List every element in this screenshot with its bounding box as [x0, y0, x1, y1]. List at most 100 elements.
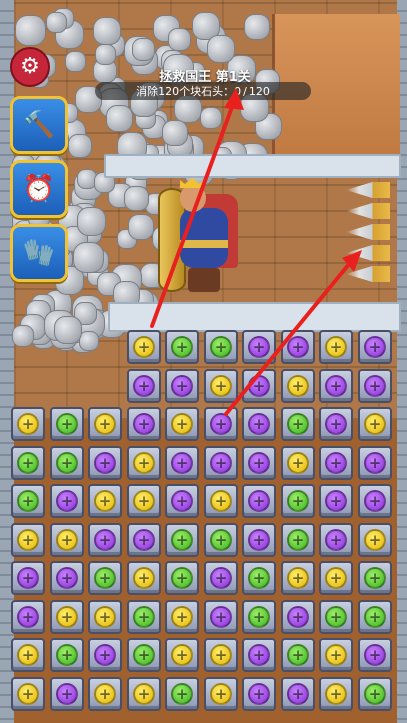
bolt-tile[interactable]: + — [358, 484, 392, 518]
bolt-tile[interactable]: + — [242, 407, 276, 441]
bolt-tile[interactable]: + — [11, 484, 45, 518]
bolt-tile[interactable]: + — [242, 446, 276, 480]
bolt-tile[interactable]: + — [50, 523, 84, 557]
bolt-tile[interactable]: + — [88, 561, 122, 595]
bolt-tile[interactable]: + — [319, 330, 353, 364]
purple-bolt-icon: + — [210, 567, 232, 589]
bolt-tile[interactable]: + — [319, 561, 353, 595]
bolt-tile[interactable]: + — [281, 523, 315, 557]
bolt-tile[interactable]: + — [281, 446, 315, 480]
bolt-tile[interactable]: + — [50, 600, 84, 634]
bolt-tile[interactable]: + — [242, 484, 276, 518]
bolt-tile[interactable]: + — [242, 561, 276, 595]
bolt-tile[interactable]: + — [358, 561, 392, 595]
bolt-tile[interactable]: + — [242, 523, 276, 557]
bolt-tile[interactable]: + — [165, 407, 199, 441]
yellow-bolt-icon: + — [287, 452, 309, 474]
bolt-tile[interactable]: + — [358, 330, 392, 364]
bolt-tile[interactable]: + — [281, 561, 315, 595]
bolt-tile[interactable]: + — [50, 484, 84, 518]
bolt-tile[interactable]: + — [204, 638, 238, 672]
bolt-tile[interactable]: + — [204, 561, 238, 595]
bolt-tile[interactable]: + — [319, 484, 353, 518]
bolt-tile[interactable]: + — [165, 484, 199, 518]
bolt-tile[interactable]: + — [281, 407, 315, 441]
bolt-tile[interactable]: + — [204, 677, 238, 711]
bolt-tile[interactable]: + — [358, 446, 392, 480]
bolt-tile[interactable]: + — [50, 407, 84, 441]
green-bolt-icon: + — [210, 336, 232, 358]
bolt-tile[interactable]: + — [165, 369, 199, 403]
bolt-tile[interactable]: + — [204, 407, 238, 441]
bolt-tile[interactable]: + — [319, 446, 353, 480]
bolt-tile[interactable]: + — [88, 484, 122, 518]
bolt-tile[interactable]: + — [50, 677, 84, 711]
bolt-tile[interactable]: + — [319, 638, 353, 672]
bolt-tile[interactable]: + — [358, 369, 392, 403]
bolt-tile[interactable]: + — [127, 523, 161, 557]
bolt-tile[interactable]: + — [11, 638, 45, 672]
bolt-tile[interactable]: + — [50, 561, 84, 595]
bolt-tile[interactable]: + — [204, 523, 238, 557]
bolt-tile[interactable]: + — [242, 600, 276, 634]
bolt-tile[interactable]: + — [127, 638, 161, 672]
bolt-tile[interactable]: + — [281, 369, 315, 403]
bolt-tile[interactable]: + — [127, 677, 161, 711]
bolt-tile[interactable]: + — [11, 407, 45, 441]
bolt-tile[interactable]: + — [319, 369, 353, 403]
bolt-tile[interactable]: + — [11, 523, 45, 557]
bolt-tile[interactable]: + — [242, 369, 276, 403]
bolt-tile[interactable]: + — [88, 600, 122, 634]
bolt-tile[interactable]: + — [319, 523, 353, 557]
bolt-tile[interactable]: + — [11, 600, 45, 634]
bolt-tile[interactable]: + — [50, 638, 84, 672]
bolt-tile[interactable]: + — [242, 330, 276, 364]
bolt-tile[interactable]: + — [358, 407, 392, 441]
bolt-tile[interactable]: + — [204, 330, 238, 364]
bolt-tile[interactable]: + — [242, 638, 276, 672]
bolt-tile[interactable]: + — [88, 677, 122, 711]
bolt-tile[interactable]: + — [165, 561, 199, 595]
bolt-tile[interactable]: + — [319, 407, 353, 441]
bolt-tile[interactable]: + — [88, 446, 122, 480]
bolt-tile[interactable]: + — [127, 369, 161, 403]
bolt-tile[interactable]: + — [281, 638, 315, 672]
bolt-tile[interactable]: + — [11, 561, 45, 595]
bolt-tile[interactable]: + — [127, 484, 161, 518]
bolt-tile[interactable]: + — [165, 638, 199, 672]
green-bolt-icon: + — [171, 529, 193, 551]
bolt-tile[interactable]: + — [165, 677, 199, 711]
bolt-tile[interactable]: + — [165, 600, 199, 634]
bolt-tile[interactable]: + — [11, 677, 45, 711]
bolt-tile[interactable]: + — [281, 677, 315, 711]
bolt-tile[interactable]: + — [165, 446, 199, 480]
bolt-tile[interactable]: + — [88, 407, 122, 441]
bolt-tile[interactable]: + — [281, 600, 315, 634]
bolt-tile[interactable]: + — [127, 600, 161, 634]
bolt-tile[interactable]: + — [242, 677, 276, 711]
bolt-tile[interactable]: + — [281, 484, 315, 518]
bolt-tile[interactable]: + — [319, 600, 353, 634]
bolt-tile[interactable]: + — [358, 523, 392, 557]
bolt-tile[interactable]: + — [281, 330, 315, 364]
bolt-tile[interactable]: + — [358, 600, 392, 634]
bolt-tile[interactable]: + — [204, 600, 238, 634]
bolt-tile[interactable]: + — [88, 638, 122, 672]
bolt-tile[interactable]: + — [165, 330, 199, 364]
bolt-tile[interactable]: + — [204, 484, 238, 518]
bolt-tile[interactable]: + — [204, 446, 238, 480]
bolt-tile[interactable]: + — [358, 638, 392, 672]
bolt-tile[interactable]: + — [88, 523, 122, 557]
green-bolt-icon: + — [248, 606, 270, 628]
bolt-tile[interactable]: + — [127, 561, 161, 595]
bolt-tile[interactable]: + — [358, 677, 392, 711]
green-bolt-icon: + — [171, 336, 193, 358]
bolt-tile[interactable]: + — [127, 446, 161, 480]
bolt-tile[interactable]: + — [127, 330, 161, 364]
bolt-tile[interactable]: + — [165, 523, 199, 557]
bolt-tile[interactable]: + — [319, 677, 353, 711]
bolt-tile[interactable]: + — [11, 446, 45, 480]
bolt-tile[interactable]: + — [204, 369, 238, 403]
bolt-tile[interactable]: + — [50, 446, 84, 480]
bolt-tile[interactable]: + — [127, 407, 161, 441]
